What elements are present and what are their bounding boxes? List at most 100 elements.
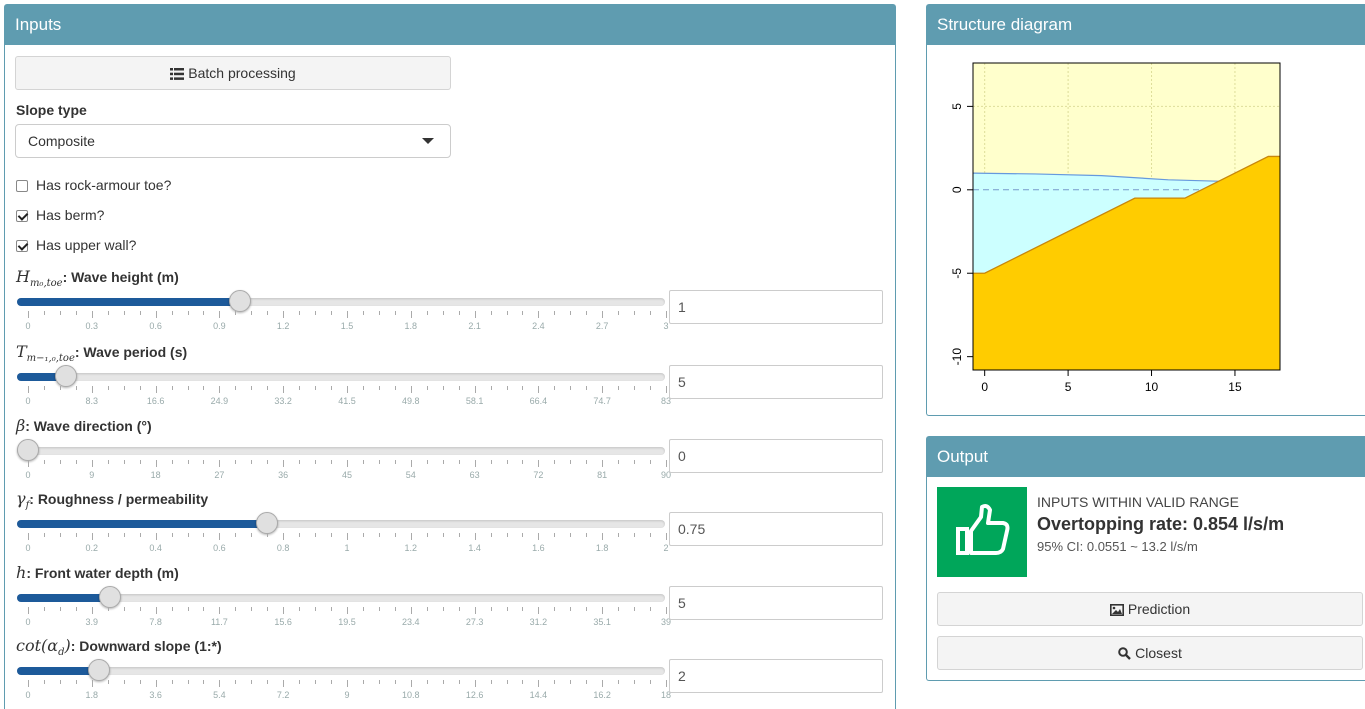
slider-tick-mark bbox=[634, 680, 636, 684]
slider-tick-mark bbox=[331, 607, 333, 611]
confidence-interval: 95% CI: 0.0551 ~ 13.2 l/s/m bbox=[1037, 539, 1198, 554]
slider-track[interactable] bbox=[17, 290, 665, 312]
slider-ticks: 0 0.2 0.4 0.6 0.8 1 1.2 1.4 1.6 1.8 2 bbox=[17, 533, 669, 555]
checkbox-unchecked[interactable] bbox=[16, 180, 28, 192]
slider-tick-mark bbox=[267, 533, 269, 537]
slider-tick-mark bbox=[59, 533, 61, 537]
slider-tick-mark bbox=[522, 607, 524, 611]
slider-tick-mark bbox=[570, 607, 572, 611]
slider-tick-label: 16.6 bbox=[146, 396, 165, 406]
checkbox-row[interactable]: Has berm? bbox=[16, 207, 104, 223]
slider-tick-mark bbox=[410, 607, 412, 614]
slider-tick-mark bbox=[458, 460, 460, 464]
slider-tick-mark bbox=[602, 386, 604, 393]
slider-tick-mark bbox=[187, 680, 189, 684]
slider-tick-mark bbox=[554, 533, 556, 537]
slider-track[interactable] bbox=[17, 586, 665, 608]
slider-value-input[interactable]: 0.75 bbox=[669, 512, 883, 546]
slider-tick-mark bbox=[235, 607, 237, 611]
slider-handle[interactable] bbox=[229, 290, 252, 312]
slider-handle[interactable] bbox=[98, 586, 121, 608]
closest-button[interactable]: Closest bbox=[937, 636, 1363, 670]
slider-tick-mark bbox=[251, 680, 253, 684]
slider-tick-mark bbox=[666, 607, 667, 614]
slider-track[interactable] bbox=[17, 439, 665, 461]
slider-tick-mark bbox=[315, 607, 317, 611]
checkbox-checked[interactable] bbox=[16, 210, 28, 222]
slider-tick-label: 2.1 bbox=[468, 321, 481, 331]
slider-tick-mark bbox=[490, 386, 492, 390]
overtopping-rate: Overtopping rate: 0.854 l/s/m bbox=[1037, 514, 1285, 534]
slider-tick-label: 63 bbox=[469, 470, 480, 480]
slider-tick-mark bbox=[490, 311, 492, 315]
slider-tick-mark bbox=[522, 311, 524, 315]
checkbox-row[interactable]: Has rock-armour toe? bbox=[16, 177, 171, 193]
slider-tick-mark bbox=[43, 311, 45, 315]
slider-tick-mark bbox=[43, 680, 45, 684]
x-tick-label: 15 bbox=[1228, 380, 1242, 394]
slider-tick-mark bbox=[299, 386, 301, 390]
slider-tick-mark bbox=[315, 680, 317, 684]
slider-tick-mark bbox=[187, 607, 189, 611]
slider-tick-mark bbox=[650, 386, 652, 390]
slider-symbol: H bbox=[16, 267, 30, 286]
slider-handle[interactable] bbox=[87, 659, 110, 681]
slider-tick-mark bbox=[634, 311, 636, 315]
slope-type-select[interactable]: Composite bbox=[15, 124, 451, 158]
batch-processing-label: Batch processing bbox=[188, 65, 296, 81]
slider-tick-mark bbox=[59, 386, 61, 390]
slider-tick-mark bbox=[506, 607, 508, 611]
slider-handle[interactable] bbox=[256, 512, 279, 534]
slider-symbol: γ bbox=[16, 489, 26, 508]
slider-tick-mark bbox=[123, 607, 125, 611]
slider-tick-mark bbox=[522, 386, 524, 390]
slider-tick-mark bbox=[538, 386, 540, 393]
slider-tick-mark bbox=[554, 386, 556, 390]
slider-tick-label: 3.6 bbox=[149, 690, 162, 700]
slider-tick-mark bbox=[506, 386, 508, 390]
slider-tick-mark bbox=[362, 386, 364, 390]
slider-tick-label: 5.4 bbox=[213, 690, 226, 700]
slider-tick-mark bbox=[203, 680, 205, 684]
slider-value-input[interactable]: 0 bbox=[669, 439, 883, 473]
slider-tick-mark bbox=[283, 386, 285, 393]
slider-track[interactable] bbox=[17, 512, 665, 534]
slider-value-input[interactable]: 5 bbox=[669, 365, 883, 399]
slider-tick-mark bbox=[75, 607, 77, 611]
slider-tick-label: 3 bbox=[663, 321, 669, 331]
output-title: Output bbox=[927, 437, 1365, 477]
slider-tick-label: 27 bbox=[214, 470, 225, 480]
slider-tick-mark bbox=[283, 311, 285, 318]
slider-value-input[interactable]: 5 bbox=[669, 586, 883, 620]
slider-tick-mark bbox=[203, 607, 205, 611]
slider-tick-mark bbox=[426, 386, 428, 390]
slider-handle[interactable] bbox=[17, 439, 39, 461]
slider-symbol: T bbox=[16, 342, 27, 361]
slider-tick-mark bbox=[28, 460, 29, 467]
slider-tick-mark bbox=[28, 311, 29, 318]
checkbox-row[interactable]: Has upper wall? bbox=[16, 237, 136, 253]
batch-processing-button[interactable]: Batch processing bbox=[15, 56, 451, 90]
slider-track[interactable] bbox=[17, 365, 665, 387]
slider-value-input[interactable]: 2 bbox=[669, 659, 883, 693]
checkbox-checked[interactable] bbox=[16, 240, 28, 252]
slider-tick-label: 81 bbox=[597, 470, 608, 480]
x-tick-label: 10 bbox=[1145, 380, 1159, 394]
slider-value-input[interactable]: 1 bbox=[669, 290, 883, 324]
slider-tick-mark bbox=[618, 460, 620, 464]
prediction-button[interactable]: Prediction bbox=[937, 592, 1363, 626]
slider-tick-mark bbox=[650, 311, 652, 315]
slider-tick-mark bbox=[570, 533, 572, 537]
slider-track[interactable] bbox=[17, 659, 665, 681]
slider-handle[interactable] bbox=[55, 365, 78, 387]
image-icon bbox=[1109, 595, 1124, 627]
checkbox-label: Has rock-armour toe? bbox=[36, 177, 172, 193]
slider-tick-mark bbox=[107, 607, 109, 611]
slider-tick-mark bbox=[235, 533, 237, 537]
slider-tick-mark bbox=[331, 311, 333, 315]
slider-tick-mark bbox=[219, 607, 221, 614]
slider-tick-label: 41.5 bbox=[338, 396, 356, 406]
slider-tick-mark bbox=[283, 607, 285, 614]
slider-tick-mark bbox=[666, 311, 667, 318]
slider-tick-mark bbox=[107, 680, 109, 684]
